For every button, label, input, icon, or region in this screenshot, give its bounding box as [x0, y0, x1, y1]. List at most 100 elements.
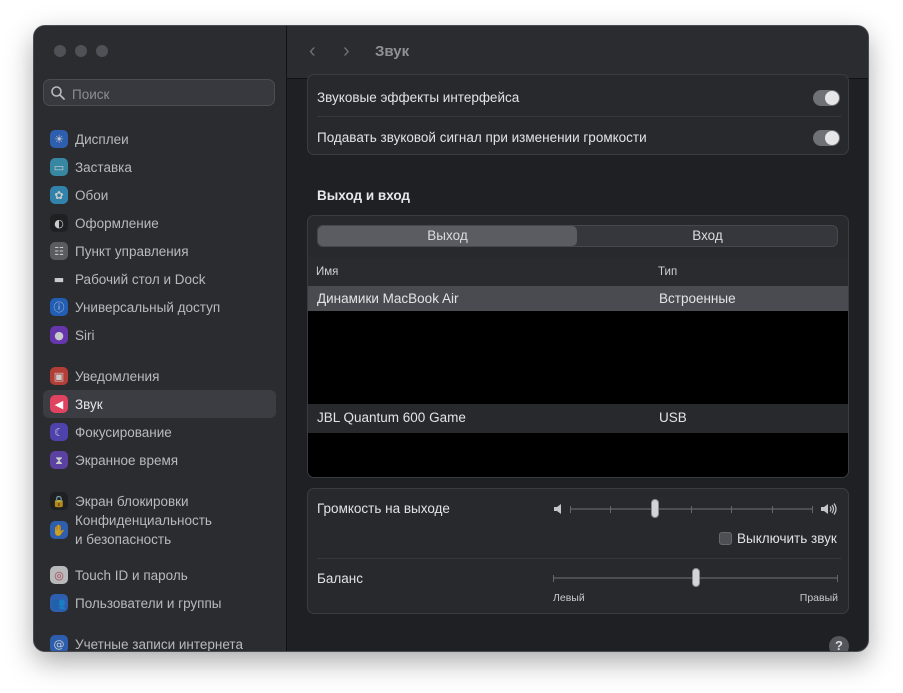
touch-id-icon: ◎ — [50, 566, 68, 584]
display-icon: ☀ — [50, 130, 68, 148]
sidebar-item-users[interactable]: 👥 Пользователи и группы — [43, 589, 276, 617]
sidebar-item-label: Универсальный доступ — [75, 299, 221, 315]
screen-time-icon: ⧗ — [50, 451, 68, 469]
sidebar-item-label: Пользователи и группы — [75, 595, 222, 611]
minimize-window-button[interactable] — [75, 45, 87, 57]
sidebar-item-display[interactable]: ☀ Дисплеи — [43, 125, 276, 153]
sidebar-item-appearance[interactable]: ◐ Оформление — [43, 209, 276, 237]
page-title: Звук — [375, 43, 410, 60]
sidebar-item-label: Фокусирование — [75, 424, 172, 440]
device-type: USB — [659, 410, 687, 425]
column-type-header[interactable]: Тип — [658, 266, 677, 278]
black-overlay — [308, 311, 848, 404]
balance-slider-knob[interactable] — [692, 568, 700, 587]
sidebar-item-label: Siri — [75, 327, 95, 343]
main-pane: ‹ › Звук Звуковые эффекты интерфейса Под… — [287, 26, 868, 651]
forward-button[interactable]: › — [343, 40, 350, 63]
search-icon — [51, 86, 65, 100]
search-input[interactable] — [70, 83, 274, 105]
slider-tick — [570, 506, 571, 513]
device-row-jbl[interactable]: JBL Quantum 600 Game USB — [308, 404, 848, 433]
divider — [317, 558, 841, 559]
desktop-dock-icon: ▬ — [50, 270, 68, 288]
output-card: Громкость на выходе Выключить звук Балан… — [307, 488, 849, 614]
sidebar-item-label: Рабочий стол и Dock — [75, 271, 206, 287]
privacy-hand-icon: ✋ — [50, 521, 68, 539]
sidebar-item-label: Звук — [75, 396, 103, 412]
sidebar-item-label: Дисплеи — [75, 131, 129, 147]
sidebar-item-wallpaper[interactable]: ✿ Обои — [43, 181, 276, 209]
divider — [317, 116, 841, 117]
sidebar-item-sound[interactable]: ◀ Звук — [43, 390, 276, 418]
slider-tick — [553, 575, 554, 582]
slider-tick — [837, 575, 838, 582]
settings-window: ☀ Дисплеи ▭ Заставка ✿ Обои ◐ Оформление ☷ Пункт … — [34, 26, 868, 651]
appearance-icon: ◐ — [50, 214, 68, 232]
sidebar-item-control-center[interactable]: ☷ Пункт управления — [43, 237, 276, 265]
column-name-header[interactable]: Имя — [316, 266, 338, 278]
zoom-window-button[interactable] — [96, 45, 108, 57]
slider-tick — [731, 506, 732, 513]
sidebar-item-label: Конфиденциальность и безопасность — [75, 513, 212, 547]
sidebar-item-desktop-dock[interactable]: ▬ Рабочий стол и Dock — [43, 265, 276, 293]
sidebar-search[interactable] — [43, 79, 275, 106]
wallpaper-icon: ✿ — [50, 186, 68, 204]
interface-effects-label: Звуковые эффекты интерфейса — [317, 90, 520, 105]
sidebar-item-partial — [43, 104, 276, 118]
sidebar-item-focus[interactable]: ☾ Фокусирование — [43, 418, 276, 446]
volume-feedback-toggle[interactable] — [813, 130, 840, 146]
sound-icon: ◀ — [50, 395, 68, 413]
sidebar-item-notifications[interactable]: ▣ Уведомления — [43, 362, 276, 390]
sidebar-item-touch-id[interactable]: ◎ Touch ID и пароль — [43, 561, 276, 589]
volume-feedback-label: Подавать звуковой сигнал при изменении г… — [317, 130, 647, 145]
sidebar-item-accessibility[interactable]: ⓘ Универсальный доступ — [43, 293, 276, 321]
control-center-icon: ☷ — [50, 242, 68, 260]
tab-input[interactable]: Вход — [578, 226, 837, 246]
internet-accounts-icon: @ — [50, 635, 68, 651]
interface-effects-toggle[interactable] — [813, 90, 840, 106]
slider-tick — [812, 506, 813, 513]
sidebar-item-label: Обои — [75, 187, 109, 203]
mute-checkbox[interactable] — [719, 532, 732, 545]
sidebar-item-label: Пункт управления — [75, 243, 189, 259]
sidebar-item-privacy-hand[interactable]: ✋ Конфиденциальность и безопасность — [43, 508, 276, 552]
sidebar-item-label: Уведомления — [75, 368, 160, 384]
slider-tick — [691, 506, 692, 513]
volume-slider-knob[interactable] — [651, 499, 659, 518]
sidebar: ☀ Дисплеи ▭ Заставка ✿ Обои ◐ Оформление ☷ Пункт … — [34, 26, 287, 651]
users-icon: 👥 — [50, 594, 68, 612]
device-row-macbook[interactable]: Динамики MacBook Air Встроенные — [308, 286, 848, 311]
focus-icon: ☾ — [50, 423, 68, 441]
sidebar-item-label: Оформление — [75, 215, 159, 231]
accessibility-icon: ⓘ — [50, 298, 68, 316]
close-window-button[interactable] — [54, 45, 66, 57]
back-button[interactable]: ‹ — [309, 40, 316, 63]
slider-tick — [772, 506, 773, 513]
sidebar-item-internet-accounts[interactable]: @ Учетные записи интернета — [43, 630, 276, 651]
sidebar-item-label: Экран блокировки — [75, 493, 189, 509]
device-type: Встроенные — [659, 291, 736, 306]
toolbar: ‹ › Звук — [287, 26, 868, 79]
sidebar-item-label: Touch ID и пароль — [75, 567, 188, 583]
tab-output[interactable]: Выход — [318, 226, 577, 246]
io-section-title: Выход и вход — [317, 188, 410, 203]
balance-left-label: Левый — [553, 592, 585, 604]
sidebar-item-screensaver[interactable]: ▭ Заставка — [43, 153, 276, 181]
sidebar-item-screen-time[interactable]: ⧗ Экранное время — [43, 446, 276, 474]
io-card: Выход Вход Имя Тип Динамики MacBook Air … — [307, 215, 849, 478]
screensaver-icon: ▭ — [50, 158, 68, 176]
window-controls — [54, 45, 108, 57]
sidebar-item-label: Экранное время — [75, 452, 179, 468]
help-button[interactable]: ? — [829, 636, 849, 651]
device-name: Динамики MacBook Air — [317, 291, 459, 306]
sidebar-item-siri[interactable]: ● Siri — [43, 321, 276, 349]
output-volume-label: Громкость на выходе — [317, 501, 450, 516]
speaker-low-icon — [554, 504, 561, 514]
device-name: JBL Quantum 600 Game — [317, 410, 466, 425]
notifications-icon: ▣ — [50, 367, 68, 385]
io-segmented-control: Выход Вход — [317, 225, 838, 247]
alerts-card: Звуковые эффекты интерфейса Подавать зву… — [307, 74, 849, 155]
balance-right-label: Правый — [799, 592, 838, 604]
volume-slider[interactable] — [570, 499, 813, 519]
balance-slider[interactable] — [553, 568, 838, 588]
